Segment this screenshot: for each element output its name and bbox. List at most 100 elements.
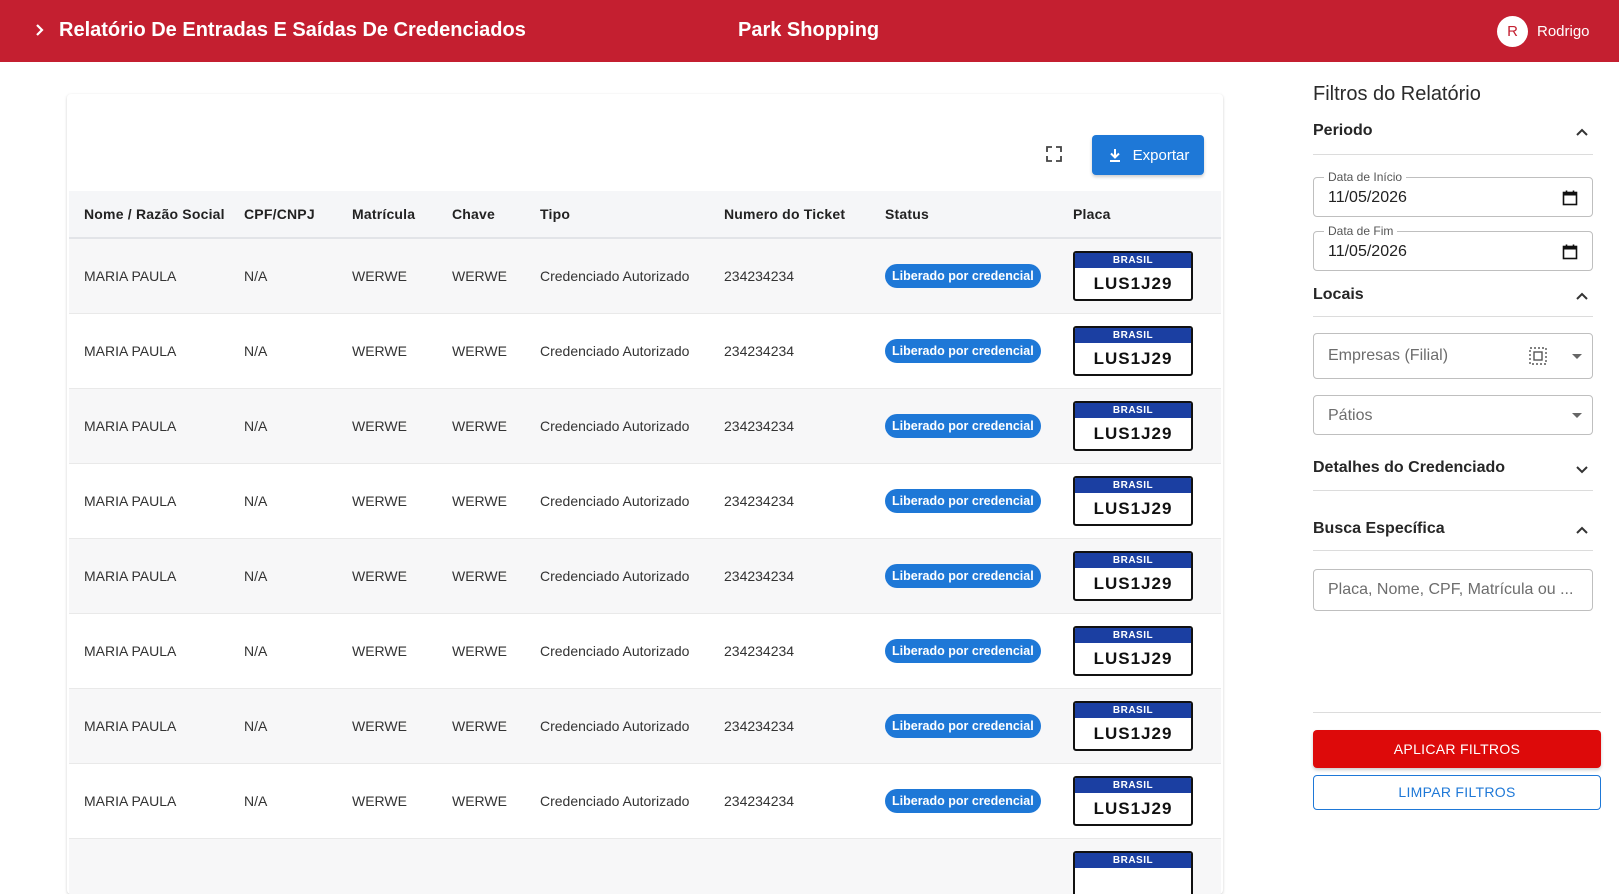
- section-locais-label: Locais: [1313, 286, 1364, 304]
- app-header: Relatório De Entradas E Saídas De Creden…: [0, 0, 1619, 62]
- section-locais-header[interactable]: Locais: [1313, 284, 1593, 308]
- cell-cpf: N/A: [244, 688, 352, 763]
- cell-status: Liberado por credencial: [885, 388, 1073, 463]
- table-row[interactable]: MARIA PAULAN/AWERWEWERWECredenciado Auto…: [69, 613, 1221, 688]
- cell-matricula: WERWE: [352, 388, 452, 463]
- cell-chave: WERWE: [452, 463, 540, 538]
- cell-ticket: 234234234: [724, 313, 885, 388]
- status-badge: Liberado por credencial: [885, 414, 1041, 438]
- cell-chave: WERWE: [452, 538, 540, 613]
- table-row[interactable]: MARIA PAULAN/AWERWEWERWECredenciado Auto…: [69, 763, 1221, 838]
- plate-number: LUS1J29: [1075, 343, 1191, 374]
- license-plate: BRASILLUS1J29: [1073, 626, 1193, 676]
- calendar-icon[interactable]: [1562, 244, 1578, 260]
- cell-tipo: Credenciado Autorizado: [540, 538, 724, 613]
- table-row[interactable]: MARIA PAULAN/AWERWEWERWECredenciado Auto…: [69, 238, 1221, 313]
- patios-select[interactable]: Pátios: [1313, 395, 1593, 435]
- cell-nome: MARIA PAULA: [69, 538, 244, 613]
- column-header-placa[interactable]: Placa: [1073, 191, 1221, 238]
- table-row[interactable]: MARIA PAULAN/AWERWEWERWECredenciado Auto…: [69, 688, 1221, 763]
- divider: [1313, 550, 1593, 551]
- cell-matricula: [352, 838, 452, 894]
- license-plate: BRASILLUS1J29: [1073, 401, 1193, 451]
- cell-placa: BRASILLUS1J29: [1073, 538, 1221, 613]
- cell-chave: WERWE: [452, 238, 540, 313]
- chevron-up-icon: [1575, 289, 1589, 303]
- cell-tipo: Credenciado Autorizado: [540, 463, 724, 538]
- empresas-select[interactable]: Empresas (Filial): [1313, 333, 1593, 379]
- end-date-field[interactable]: Data de Fim 11/05/2026: [1313, 231, 1593, 271]
- column-header-chave[interactable]: Chave: [452, 191, 540, 238]
- start-date-value: 11/05/2026: [1328, 189, 1407, 207]
- cell-tipo: [540, 838, 724, 894]
- section-busca-label: Busca Específica: [1313, 520, 1445, 538]
- plate-number: LUS1J29: [1075, 418, 1191, 449]
- download-icon: [1107, 147, 1123, 163]
- column-header-tipo[interactable]: Tipo: [540, 191, 724, 238]
- cell-chave: WERWE: [452, 388, 540, 463]
- cell-ticket: 234234234: [724, 538, 885, 613]
- plate-country-band: BRASIL: [1075, 778, 1191, 793]
- column-header-status[interactable]: Status: [885, 191, 1073, 238]
- start-date-field[interactable]: Data de Início 11/05/2026: [1313, 177, 1593, 217]
- cell-cpf: N/A: [244, 313, 352, 388]
- column-header-nome[interactable]: Nome / Razão Social: [69, 191, 244, 238]
- column-header-ticket[interactable]: Numero do Ticket: [724, 191, 885, 238]
- cell-chave: WERWE: [452, 313, 540, 388]
- section-periodo-header[interactable]: Periodo: [1313, 120, 1593, 144]
- cell-tipo: Credenciado Autorizado: [540, 313, 724, 388]
- user-menu[interactable]: R Rodrigo: [1497, 15, 1590, 47]
- clear-filters-button[interactable]: LIMPAR FILTROS: [1313, 775, 1601, 810]
- cell-placa: BRASILLUS1J29: [1073, 313, 1221, 388]
- end-date-value: 11/05/2026: [1328, 243, 1407, 261]
- divider: [1313, 712, 1601, 713]
- calendar-icon[interactable]: [1562, 190, 1578, 206]
- chevron-right-icon[interactable]: [30, 18, 50, 42]
- cell-placa: BRASILLUS1J29: [1073, 238, 1221, 313]
- cell-ticket: 234234234: [724, 463, 885, 538]
- column-header-cpf[interactable]: CPF/CNPJ: [244, 191, 352, 238]
- cell-nome: MARIA PAULA: [69, 313, 244, 388]
- section-busca-header[interactable]: Busca Específica: [1313, 518, 1593, 542]
- cell-nome: MARIA PAULA: [69, 463, 244, 538]
- cell-ticket: 234234234: [724, 613, 885, 688]
- select-all-icon[interactable]: [1528, 346, 1548, 366]
- table-row[interactable]: MARIA PAULAN/AWERWEWERWECredenciado Auto…: [69, 313, 1221, 388]
- plate-number: LUS1J29: [1075, 268, 1191, 299]
- table-header-row: Nome / Razão Social CPF/CNPJ Matrícula C…: [69, 191, 1221, 238]
- status-badge: Liberado por credencial: [885, 339, 1041, 363]
- user-name: Rodrigo: [1537, 23, 1590, 40]
- column-header-matricula[interactable]: Matrícula: [352, 191, 452, 238]
- chevron-up-icon: [1575, 523, 1589, 537]
- plate-number: [1075, 868, 1191, 894]
- cell-status: Liberado por credencial: [885, 463, 1073, 538]
- divider: [1313, 490, 1593, 491]
- status-badge: Liberado por credencial: [885, 639, 1041, 663]
- cell-matricula: WERWE: [352, 688, 452, 763]
- page-title: Relatório De Entradas E Saídas De Creden…: [59, 17, 526, 43]
- plate-country-band: BRASIL: [1075, 628, 1191, 643]
- cell-tipo: Credenciado Autorizado: [540, 238, 724, 313]
- cell-nome: MARIA PAULA: [69, 688, 244, 763]
- cell-matricula: WERWE: [352, 463, 452, 538]
- table-row[interactable]: MARIA PAULAN/AWERWEWERWECredenciado Auto…: [69, 388, 1221, 463]
- plate-number: LUS1J29: [1075, 793, 1191, 824]
- license-plate: BRASILLUS1J29: [1073, 476, 1193, 526]
- apply-filters-button[interactable]: APLICAR FILTROS: [1313, 730, 1601, 768]
- cell-nome: MARIA PAULA: [69, 613, 244, 688]
- table-row[interactable]: BRASIL: [69, 838, 1221, 894]
- table-row[interactable]: MARIA PAULAN/AWERWEWERWECredenciado Auto…: [69, 463, 1221, 538]
- plate-country-band: BRASIL: [1075, 703, 1191, 718]
- export-label: Exportar: [1133, 147, 1190, 164]
- fullscreen-icon[interactable]: [1044, 144, 1064, 164]
- divider: [1313, 154, 1593, 155]
- section-detalhes-header[interactable]: Detalhes do Credenciado: [1313, 457, 1593, 481]
- cell-tipo: Credenciado Autorizado: [540, 613, 724, 688]
- cell-chave: WERWE: [452, 763, 540, 838]
- search-input[interactable]: Placa, Nome, CPF, Matrícula ou ...: [1313, 569, 1593, 611]
- cell-placa: BRASILLUS1J29: [1073, 463, 1221, 538]
- table-row[interactable]: MARIA PAULAN/AWERWEWERWECredenciado Auto…: [69, 538, 1221, 613]
- export-button[interactable]: Exportar: [1092, 135, 1204, 175]
- report-table-card: Exportar Nome / Razão Social CPF/CNPJ Ma…: [67, 94, 1223, 894]
- empresas-placeholder: Empresas (Filial): [1328, 347, 1448, 365]
